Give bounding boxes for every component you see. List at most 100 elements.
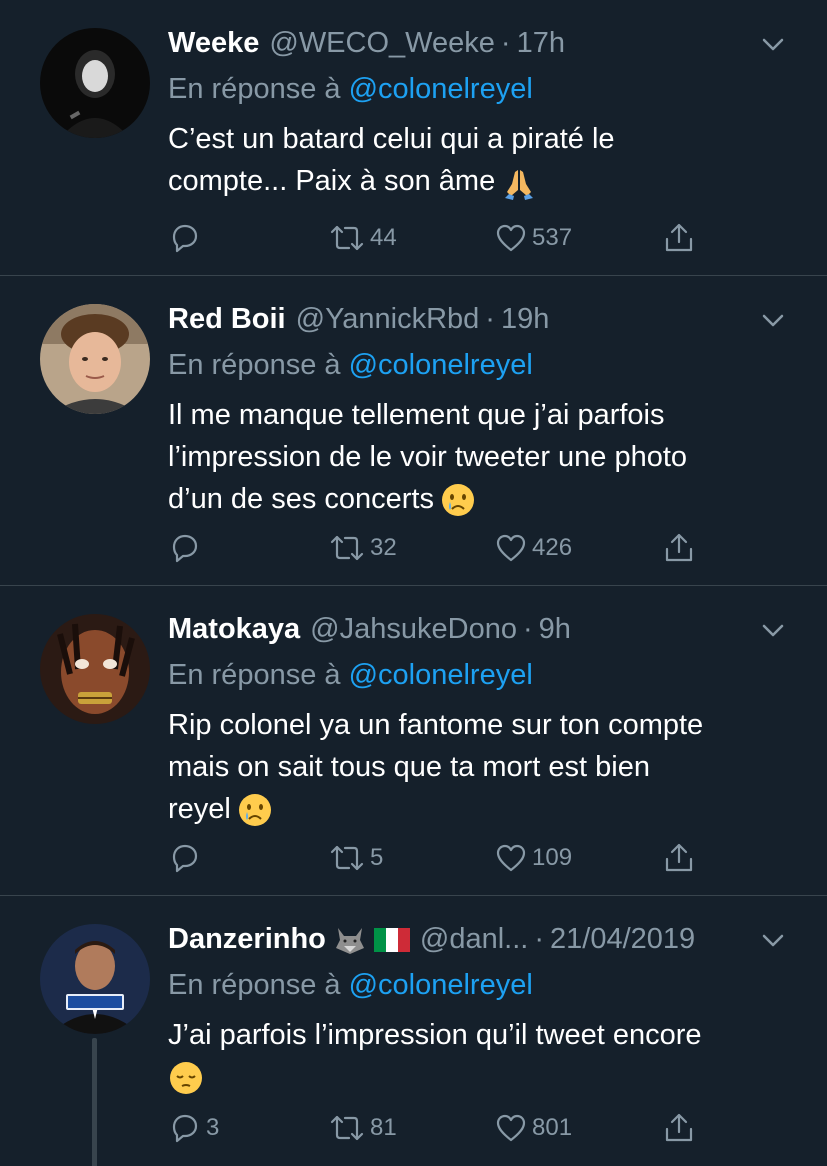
italy-flag-icon <box>373 928 410 953</box>
user-handle[interactable]: @JahsukeDono <box>310 606 517 652</box>
heart-icon <box>496 534 526 562</box>
retweet-count: 81 <box>370 1114 397 1141</box>
reply-prefix: En réponse à <box>168 73 341 105</box>
reply-mention-link[interactable]: @colonelreyel <box>349 73 533 105</box>
timestamp[interactable]: 17h <box>517 20 565 66</box>
tweet-header: Matokaya @JahsukeDono · 9h <box>168 606 787 652</box>
retweet-button[interactable]: 44 <box>328 221 397 255</box>
timestamp[interactable]: 21/04/2019 <box>550 916 695 962</box>
tweet-text-content: C’est un batard celui qui a piraté le co… <box>168 123 615 197</box>
tweet-card[interactable]: Matokaya @JahsukeDono · 9h En réponse à … <box>0 586 827 896</box>
reply-button[interactable]: 3 <box>168 1111 219 1145</box>
reply-mention-link[interactable]: @colonelreyel <box>349 659 533 691</box>
tweet-actions: 5 109 <box>168 838 707 878</box>
tweet-text-content: Il me manque tellement que j’ai parfois … <box>168 399 688 515</box>
chevron-down-icon[interactable] <box>759 926 787 954</box>
display-name[interactable]: Danzerinho <box>168 916 410 962</box>
retweet-count: 5 <box>370 844 384 871</box>
retweet-icon <box>330 225 364 251</box>
tweet-text-content: J’ai parfois l’impression qu’il tweet en… <box>168 1019 702 1051</box>
retweet-icon <box>330 845 364 871</box>
crying-face-icon <box>441 484 474 517</box>
reply-mention-link[interactable]: @colonelreyel <box>349 969 533 1001</box>
avatar[interactable] <box>40 28 150 138</box>
share-button[interactable] <box>662 1111 696 1145</box>
like-count: 537 <box>532 224 573 251</box>
tweet-actions: 32 426 <box>168 528 707 568</box>
reply-button[interactable] <box>168 221 206 255</box>
retweet-button[interactable]: 32 <box>328 531 397 565</box>
share-icon <box>665 533 693 562</box>
tweet-header: Danzerinho @danl... · 21/04/2019 <box>168 916 787 962</box>
like-count: 801 <box>532 1114 573 1141</box>
share-button[interactable] <box>662 531 696 565</box>
share-icon <box>665 1113 693 1142</box>
heart-icon <box>496 224 526 252</box>
reply-prefix: En réponse à <box>168 659 341 691</box>
retweet-icon <box>330 535 364 561</box>
display-name-text: Danzerinho <box>168 923 326 955</box>
tweet-text: Il me manque tellement que j’ai parfois … <box>168 394 787 520</box>
like-button[interactable]: 801 <box>494 1111 572 1145</box>
chevron-down-icon[interactable] <box>759 30 787 58</box>
tweet-text: C’est un batard celui qui a piraté le co… <box>168 118 787 202</box>
reply-context: En réponse à @colonelreyel <box>168 342 787 388</box>
display-name[interactable]: Weeke <box>168 20 259 66</box>
heart-icon <box>496 844 526 872</box>
praying-hands-icon <box>505 170 534 201</box>
separator-dot: · <box>485 303 495 335</box>
display-name[interactable]: Red Boii <box>168 296 286 342</box>
retweet-count: 32 <box>370 534 397 561</box>
retweet-button[interactable]: 5 <box>328 841 383 875</box>
tweet-header: Red Boii @YannickRbd · 19h <box>168 296 787 342</box>
pensive-face-icon <box>170 1062 202 1095</box>
reply-button[interactable] <box>168 841 206 875</box>
tweet-card[interactable]: Red Boii @YannickRbd · 19h En réponse à … <box>0 276 827 586</box>
thread-connector-line <box>92 1038 97 1166</box>
user-handle[interactable]: @YannickRbd <box>296 296 480 342</box>
reply-context: En réponse à @colonelreyel <box>168 962 787 1008</box>
chevron-down-icon[interactable] <box>759 306 787 334</box>
avatar[interactable] <box>40 614 150 724</box>
tweet-actions: 3 81 801 <box>168 1108 707 1148</box>
heart-icon <box>496 1114 526 1142</box>
retweet-count: 44 <box>370 224 397 251</box>
like-button[interactable]: 537 <box>494 221 572 255</box>
share-button[interactable] <box>662 221 696 255</box>
tweet-card[interactable]: Danzerinho @danl... · 21/04/2019 En répo… <box>0 896 827 1166</box>
reply-context: En réponse à @colonelreyel <box>168 66 787 112</box>
reply-icon <box>172 224 198 253</box>
reply-prefix: En réponse à <box>168 349 341 381</box>
retweet-button[interactable]: 81 <box>328 1111 397 1145</box>
chevron-down-icon[interactable] <box>759 616 787 644</box>
crying-face-icon <box>238 794 271 827</box>
tweet-text: Rip colonel ya un fantome sur ton compte… <box>168 704 787 830</box>
reply-count: 3 <box>206 1114 220 1141</box>
timestamp[interactable]: 19h <box>501 296 549 342</box>
tweet-header: Weeke @WECO_Weeke · 17h <box>168 20 787 66</box>
reply-mention-link[interactable]: @colonelreyel <box>349 349 533 381</box>
tweet-replies-timeline: Weeke @WECO_Weeke · 17h En réponse à @co… <box>0 0 827 1166</box>
like-count: 109 <box>532 844 573 871</box>
wolf-icon <box>335 928 364 955</box>
tweet-text: J’ai parfois l’impression qu’il tweet en… <box>168 1014 787 1098</box>
reply-icon <box>172 1114 198 1143</box>
reply-icon <box>172 534 198 563</box>
separator-dot: · <box>522 613 533 645</box>
user-handle[interactable]: @WECO_Weeke <box>269 20 495 66</box>
like-button[interactable]: 426 <box>494 531 572 565</box>
separator-dot: · <box>500 27 511 59</box>
avatar[interactable] <box>40 304 150 414</box>
user-handle[interactable]: @danl... <box>420 916 528 962</box>
share-icon <box>665 223 693 252</box>
share-button[interactable] <box>662 841 696 875</box>
reply-button[interactable] <box>168 531 206 565</box>
display-name[interactable]: Matokaya <box>168 606 300 652</box>
like-button[interactable]: 109 <box>494 841 572 875</box>
separator-dot: · <box>534 923 545 955</box>
timestamp[interactable]: 9h <box>539 606 571 652</box>
reply-prefix: En réponse à <box>168 969 341 1001</box>
avatar[interactable] <box>40 924 150 1034</box>
tweet-card[interactable]: Weeke @WECO_Weeke · 17h En réponse à @co… <box>0 0 827 276</box>
retweet-icon <box>330 1115 364 1141</box>
